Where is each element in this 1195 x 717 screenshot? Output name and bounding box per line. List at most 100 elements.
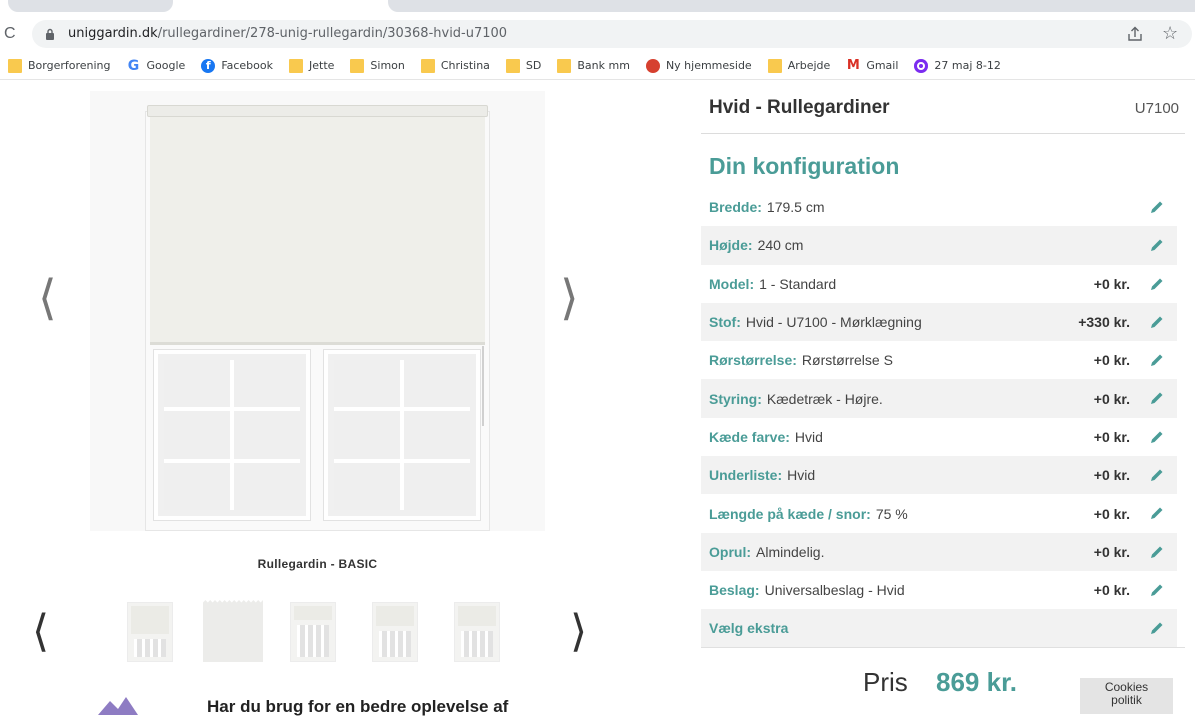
pencil-icon[interactable]: [1149, 429, 1165, 445]
bookmark-label: 27 maj 8-12: [934, 59, 1001, 72]
config-price: +0 kr.: [1093, 428, 1130, 445]
price-value: 869 kr.: [936, 667, 1017, 697]
brand-logo: [98, 697, 138, 715]
config-price: +330 kr.: [1078, 314, 1130, 331]
gallery-prev-button[interactable]: ⟨: [38, 273, 57, 323]
thumb-blind: [294, 606, 332, 620]
config-row-styring[interactable]: Styring: Kædetræk - Højre. +0 kr.: [701, 379, 1177, 418]
browser-tab[interactable]: [8, 0, 173, 12]
configuration-panel: Hvid - Rullegardiner U7100 Din konfigura…: [701, 81, 1185, 714]
cookies-line-2: politik: [1111, 693, 1142, 707]
bookmark-label: Gmail: [866, 59, 899, 72]
calendar-icon: [914, 58, 929, 73]
config-label: Længde på kæde / snor:: [709, 505, 871, 522]
pencil-icon[interactable]: [1149, 352, 1165, 368]
pencil-icon[interactable]: [1149, 390, 1165, 406]
thumbs-prev-button[interactable]: ⟨: [32, 609, 49, 655]
config-row-oprul[interactable]: Oprul: Almindelig. +0 kr.: [701, 532, 1177, 571]
config-row-model[interactable]: Model: 1 - Standard +0 kr.: [701, 265, 1177, 303]
pencil-icon[interactable]: [1149, 199, 1165, 215]
config-value: Hvid: [794, 428, 823, 445]
pencil-icon[interactable]: [1149, 544, 1165, 560]
bookmark-gmail[interactable]: M Gmail: [846, 57, 899, 73]
config-value: 75 %: [875, 505, 908, 522]
bookmark-ny-hjemmeside[interactable]: Ny hjemmeside: [645, 58, 752, 73]
config-row-beslag[interactable]: Beslag: Universalbeslag - Hvid +0 kr.: [701, 571, 1177, 609]
thumb-window: [134, 639, 166, 657]
config-label: Kæde farve:: [709, 428, 790, 445]
gmail-icon: M: [846, 57, 860, 73]
roller-blind-fabric: [150, 117, 485, 345]
bookmark-27-maj[interactable]: 27 maj 8-12: [914, 58, 1001, 73]
bookmark-google[interactable]: G Google: [127, 59, 186, 73]
folder-icon: [767, 58, 782, 73]
window-pane-right: [324, 350, 480, 520]
config-row-laengde[interactable]: Længde på kæde / snor: 75 % +0 kr.: [701, 494, 1177, 532]
config-value: Hvid: [787, 467, 816, 484]
pencil-icon[interactable]: [1149, 505, 1165, 521]
pencil-icon[interactable]: [1149, 467, 1165, 483]
config-price: +0 kr.: [1093, 352, 1130, 369]
thumbnail-3[interactable]: [290, 602, 336, 662]
bookmark-bank-mm[interactable]: Bank mm: [557, 58, 630, 73]
pencil-icon[interactable]: [1149, 314, 1165, 330]
config-label: Bredde:: [709, 199, 762, 216]
config-row-kaede-farve[interactable]: Kæde farve: Hvid +0 kr.: [701, 418, 1177, 456]
pencil-icon[interactable]: [1149, 620, 1165, 636]
thumbnail-5[interactable]: [454, 602, 500, 662]
folder-icon: [557, 58, 572, 73]
config-value: Kædetræk - Højre.: [766, 390, 883, 407]
bookmark-label: Christina: [440, 59, 490, 72]
config-row-underliste[interactable]: Underliste: Hvid +0 kr.: [701, 456, 1177, 495]
gallery-next-button[interactable]: ⟩: [560, 273, 579, 323]
bookmark-borgerforening[interactable]: Borgerforening: [8, 58, 111, 73]
bookmark-arbejde[interactable]: Arbejde: [767, 58, 830, 73]
facebook-icon: f: [201, 58, 216, 73]
pencil-icon[interactable]: [1149, 582, 1165, 598]
address-bar: C uniggardin.dk/rullegardiner/278-unig-r…: [0, 16, 1195, 52]
bookmark-label: Ny hjemmeside: [665, 59, 752, 72]
config-price: +0 kr.: [1093, 505, 1130, 522]
config-row-bredde[interactable]: Bredde: 179.5 cm: [701, 188, 1177, 226]
folder-icon: [350, 58, 365, 73]
lock-icon[interactable]: [45, 28, 55, 40]
bookmark-facebook[interactable]: f Facebook: [201, 58, 273, 73]
config-row-hojde[interactable]: Højde: 240 cm: [701, 226, 1177, 265]
google-icon: G: [127, 57, 140, 74]
cookies-policy-button[interactable]: Cookies politik: [1080, 678, 1173, 714]
product-image[interactable]: [90, 91, 545, 531]
config-value: Almindelig.: [756, 543, 825, 560]
config-value: 240 cm: [757, 237, 804, 254]
browser-tab-active[interactable]: [388, 0, 1195, 12]
url-input[interactable]: uniggardin.dk/rullegardiner/278-unig-rul…: [32, 20, 1192, 48]
config-row-stof[interactable]: Stof: Hvid - U7100 - Mørklægning +330 kr…: [701, 302, 1177, 342]
thumb-blind: [458, 606, 496, 626]
folder-icon: [420, 58, 435, 73]
folder-icon: [8, 58, 22, 73]
config-label: Vælg ekstra: [709, 620, 789, 637]
thumbs-next-button[interactable]: ⟩: [570, 609, 587, 655]
reload-icon[interactable]: C: [4, 24, 22, 44]
bookmark-star-icon[interactable]: ☆: [1162, 23, 1178, 43]
thumb-window: [461, 631, 493, 657]
thumb-window: [379, 631, 411, 657]
divider: [701, 647, 1185, 648]
config-label: Højde:: [709, 237, 753, 254]
config-row-rorstorrelse[interactable]: Rørstørrelse: Rørstørrelse S +0 kr.: [701, 341, 1177, 379]
bookmark-label: Jette: [309, 59, 335, 72]
config-row-vaelg-ekstra[interactable]: Vælg ekstra: [701, 609, 1177, 648]
thumbnail-fabric[interactable]: [203, 600, 263, 662]
pencil-icon[interactable]: [1149, 237, 1165, 253]
folder-icon: [505, 58, 520, 73]
pencil-icon[interactable]: [1149, 276, 1165, 292]
thumbnail-1[interactable]: [127, 602, 173, 662]
config-price: +0 kr.: [1093, 543, 1130, 560]
bookmark-simon[interactable]: Simon: [350, 58, 405, 73]
bookmark-christina[interactable]: Christina: [420, 58, 490, 73]
share-icon[interactable]: [1126, 26, 1144, 42]
bookmark-jette[interactable]: Jette: [289, 58, 335, 73]
bookmark-sd[interactable]: SD: [505, 58, 541, 73]
config-label: Rørstørrelse:: [709, 352, 797, 369]
thumbnail-4[interactable]: [372, 602, 418, 662]
product-gallery: ⟨ ⟩ Rullegardin - BASIC ⟨ ⟩ Har du brug …: [0, 81, 650, 716]
